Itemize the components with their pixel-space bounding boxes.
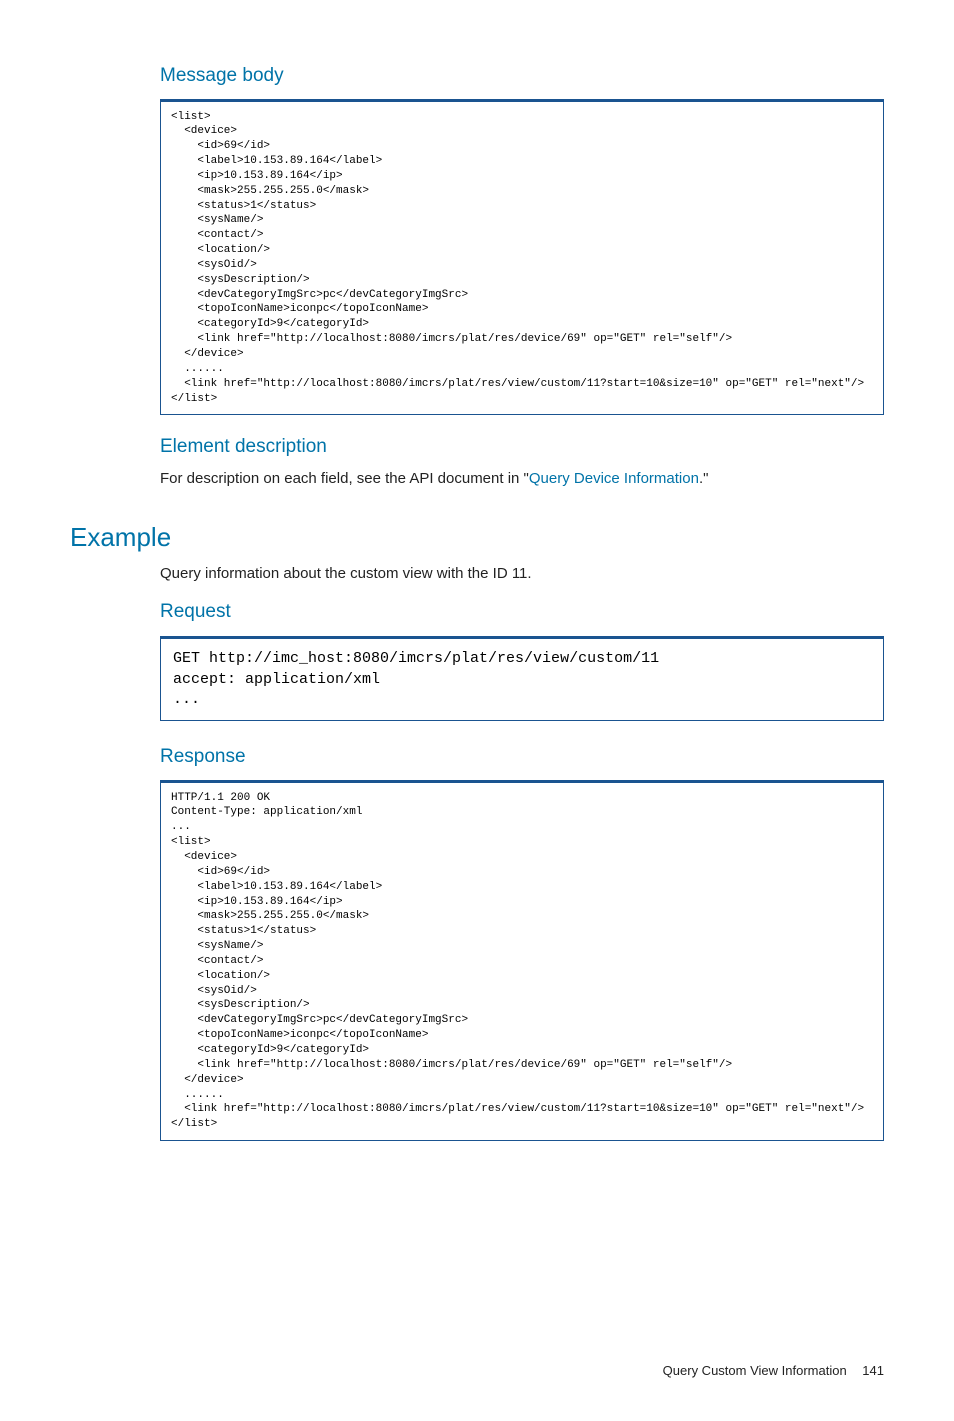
request-heading: Request: [160, 598, 884, 627]
element-desc-before: For description on each field, see the A…: [160, 470, 529, 487]
query-device-info-link[interactable]: Query Device Information: [529, 470, 699, 487]
message-body-heading: Message body: [160, 62, 884, 91]
element-desc-after: .": [699, 470, 709, 487]
example-heading: Example: [70, 518, 884, 557]
element-description-heading: Element description: [160, 433, 884, 462]
message-body-code: <list> <device> <id>69</id> <label>10.15…: [160, 99, 884, 416]
page-footer: Query Custom View Information 141: [70, 1361, 884, 1381]
footer-page-number: 141: [862, 1363, 884, 1378]
element-description-text: For description on each field, see the A…: [160, 468, 884, 491]
response-heading: Response: [160, 743, 884, 772]
footer-title: Query Custom View Information: [663, 1363, 847, 1378]
response-code: HTTP/1.1 200 OK Content-Type: applicatio…: [160, 780, 884, 1141]
request-code: GET http://imc_host:8080/imcrs/plat/res/…: [160, 636, 884, 721]
example-intro: Query information about the custom view …: [160, 563, 884, 586]
